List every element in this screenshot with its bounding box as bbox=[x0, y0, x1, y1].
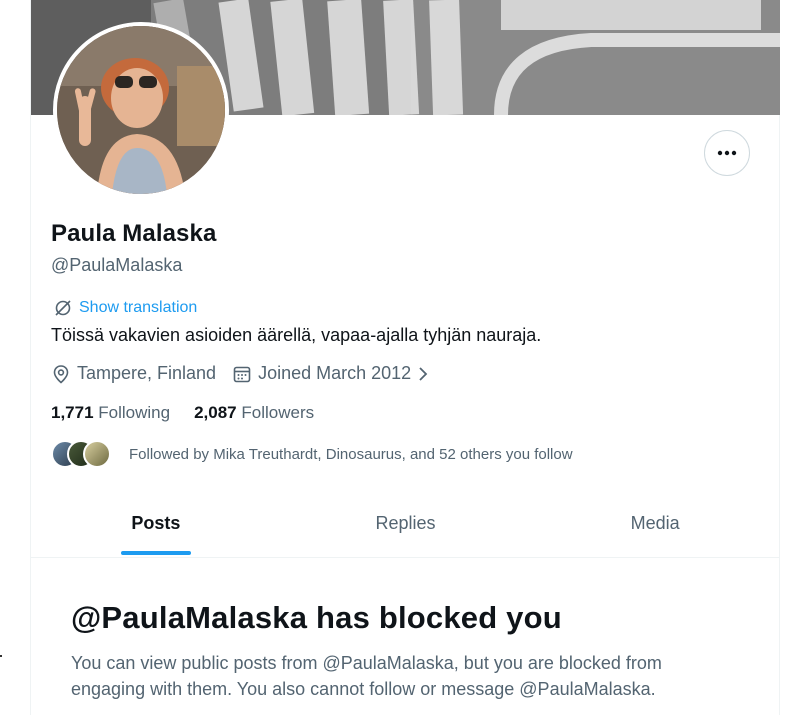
active-tab-indicator bbox=[120, 551, 191, 555]
profile-column: Paula Malaska @PaulaMalaska Show transla… bbox=[30, 0, 780, 715]
followers-link[interactable]: 2,087 Followers bbox=[194, 403, 314, 423]
location-text: Tampere, Finland bbox=[77, 363, 217, 383]
following-link[interactable]: 1,771 Following bbox=[51, 403, 170, 423]
show-translation-label: Show translation bbox=[79, 299, 198, 316]
profile-tabs: Posts Replies Media bbox=[31, 490, 780, 558]
tab-media[interactable]: Media bbox=[530, 490, 780, 557]
profile-joined[interactable]: Joined March 2012 bbox=[232, 363, 429, 384]
profile-handle: @PaulaMalaska bbox=[51, 255, 183, 275]
followers-you-know[interactable]: Followed by Mika Treuthardt, Dinosaurus,… bbox=[51, 440, 573, 468]
followers-label: Followers bbox=[241, 403, 315, 422]
profile-name: Paula Malaska bbox=[51, 220, 217, 247]
following-label: Following bbox=[98, 403, 171, 422]
show-translation-link[interactable]: Show translation bbox=[53, 298, 197, 318]
calendar-icon bbox=[233, 366, 251, 382]
mutual-avatar bbox=[83, 440, 111, 468]
tab-label: Media bbox=[630, 513, 680, 533]
tab-posts[interactable]: Posts bbox=[31, 490, 281, 557]
profile-location: Tampere, Finland bbox=[51, 363, 216, 384]
profile-stats: 1,771 Following 2,087 Followers bbox=[51, 403, 338, 423]
more-options-button[interactable] bbox=[704, 130, 750, 176]
following-count: 1,771 bbox=[51, 403, 94, 422]
joined-text: Joined March 2012 bbox=[258, 363, 412, 383]
followers-count: 2,087 bbox=[194, 403, 237, 422]
blocked-message: You can view public posts from @PaulaMal… bbox=[71, 653, 662, 699]
profile-avatar[interactable] bbox=[53, 22, 229, 198]
translate-icon bbox=[55, 300, 71, 316]
profile-bio: Töissä vakavien asioiden äärellä, vapaa-… bbox=[51, 325, 542, 345]
chevron-right-icon bbox=[419, 366, 428, 381]
more-horizontal-icon bbox=[717, 150, 737, 156]
blocked-title: @PaulaMalaska has blocked you bbox=[71, 600, 562, 635]
location-pin-icon bbox=[53, 364, 69, 384]
avatar-photo bbox=[57, 26, 225, 194]
followed-by-text: Followed by Mika Treuthardt, Dinosaurus,… bbox=[129, 445, 573, 463]
tab-replies[interactable]: Replies bbox=[281, 490, 531, 557]
stray-dot bbox=[0, 655, 2, 657]
tab-label: Posts bbox=[131, 513, 181, 533]
profile-meta: Tampere, Finland Joined March 2012 bbox=[51, 363, 445, 384]
tab-label: Replies bbox=[375, 513, 436, 533]
